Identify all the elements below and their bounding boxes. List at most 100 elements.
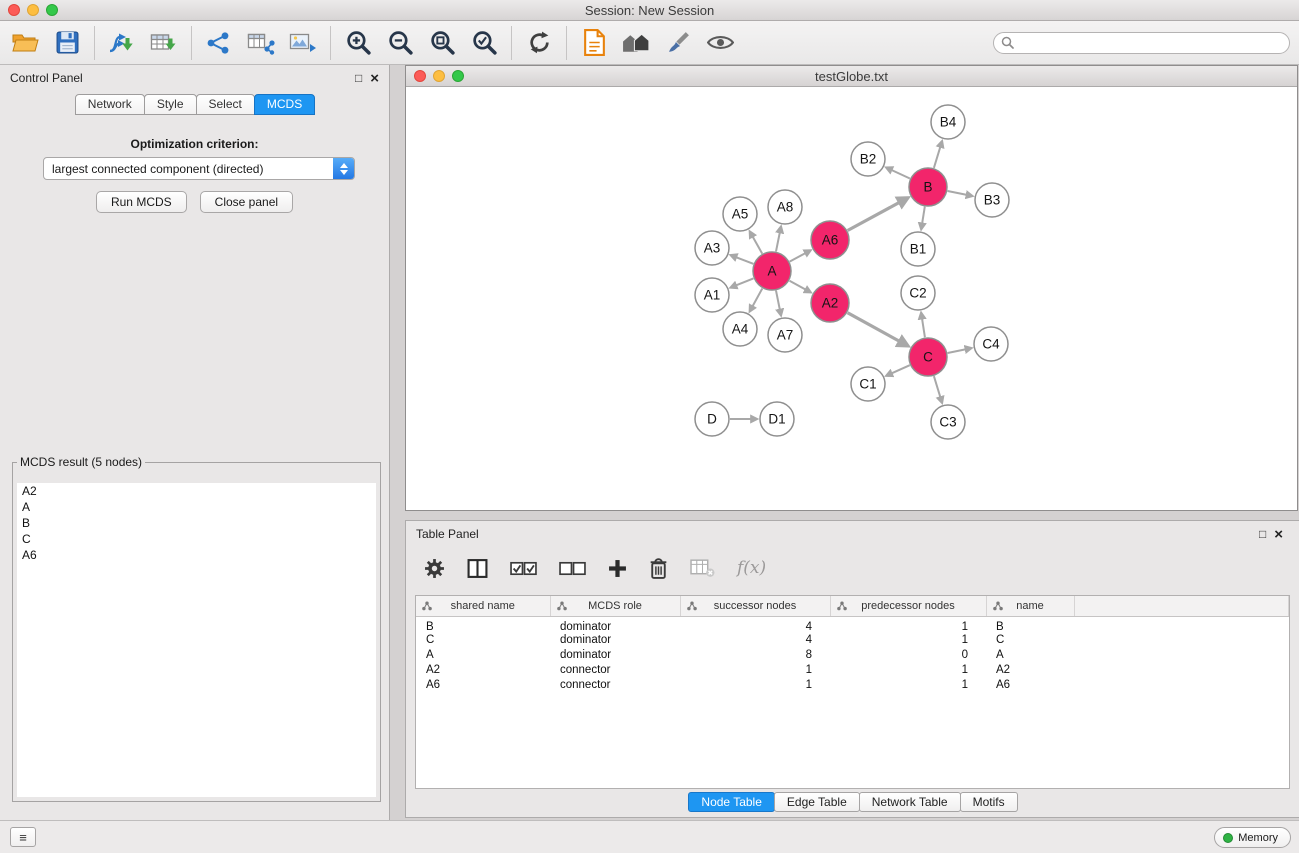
edge-B-B1[interactable] [922, 207, 925, 225]
edge-B-B3[interactable] [948, 191, 968, 195]
search-input[interactable] [1018, 34, 1289, 52]
node-A8[interactable]: A8 [768, 190, 802, 224]
node-D1[interactable]: D1 [760, 402, 794, 436]
close-window-button[interactable] [8, 4, 20, 16]
memory-button[interactable]: Memory [1214, 827, 1291, 848]
cell-predecessor-nodes[interactable]: 1 [830, 616, 986, 633]
node-A6[interactable]: A6 [811, 221, 849, 259]
node-A3[interactable]: A3 [695, 231, 729, 265]
show-details-button[interactable] [699, 24, 741, 62]
import-network-button[interactable] [101, 24, 143, 62]
cell-MCDS-role[interactable]: connector [550, 663, 680, 678]
network-from-table-button[interactable] [240, 24, 282, 62]
edge-C-C4[interactable] [948, 349, 967, 353]
node-A1[interactable]: A1 [695, 278, 729, 312]
node-A[interactable]: A [753, 252, 791, 290]
cell-predecessor-nodes[interactable]: 0 [830, 648, 986, 663]
float-panel-icon[interactable]: □ [355, 72, 362, 84]
mcds-result-item[interactable]: A [17, 499, 376, 515]
document-button[interactable] [573, 24, 615, 62]
column-header-successor-nodes[interactable]: successor nodes [680, 596, 830, 616]
cell-shared-name[interactable]: B [416, 616, 550, 633]
network-from-image-button[interactable] [282, 24, 324, 62]
node-A2[interactable]: A2 [811, 284, 849, 322]
zoom-in-button[interactable] [337, 24, 379, 62]
table-row[interactable]: Adominator80A [416, 648, 1289, 663]
mcds-result-item[interactable]: A2 [17, 483, 376, 499]
cell-name[interactable]: A6 [986, 678, 1074, 693]
column-header-name[interactable]: name [986, 596, 1074, 616]
node-B2[interactable]: B2 [851, 142, 885, 176]
edge-A-A7[interactable] [776, 291, 780, 311]
edge-A-A5[interactable] [752, 236, 762, 254]
close-network-window-button[interactable] [414, 70, 426, 82]
close-table-panel-icon[interactable]: × [1274, 527, 1283, 542]
edge-B-B2[interactable] [891, 170, 910, 179]
column-header-MCDS-role[interactable]: MCDS role [550, 596, 680, 616]
node-A5[interactable]: A5 [723, 197, 757, 231]
cell-name[interactable]: C [986, 633, 1074, 648]
close-panel-button[interactable]: Close panel [200, 191, 293, 213]
edge-A-A3[interactable] [735, 257, 753, 264]
zoom-fit-button[interactable] [421, 24, 463, 62]
import-table-button[interactable] [143, 24, 185, 62]
node-D[interactable]: D [695, 402, 729, 436]
cell-successor-nodes[interactable]: 4 [680, 616, 830, 633]
column-header-shared-name[interactable]: shared name [416, 596, 550, 616]
node-C2[interactable]: C2 [901, 276, 935, 310]
node-B4[interactable]: B4 [931, 105, 965, 139]
tab-network[interactable]: Network [75, 94, 145, 115]
cell-shared-name[interactable]: A [416, 648, 550, 663]
cell-predecessor-nodes[interactable]: 1 [830, 678, 986, 693]
tab-network-table[interactable]: Network Table [859, 792, 961, 812]
run-mcds-button[interactable]: Run MCDS [96, 191, 187, 213]
task-history-button[interactable]: ≡ [10, 827, 36, 847]
delete-column-button[interactable] [649, 553, 668, 583]
zoom-selected-button[interactable] [463, 24, 505, 62]
minimize-network-window-button[interactable] [433, 70, 445, 82]
edge-A-A1[interactable] [735, 278, 753, 285]
node-C3[interactable]: C3 [931, 405, 965, 439]
select-all-button[interactable] [510, 553, 537, 583]
edge-C-C3[interactable] [934, 376, 941, 398]
node-B[interactable]: B [909, 168, 947, 206]
edge-A-A8[interactable] [776, 232, 780, 252]
node-C4[interactable]: C4 [974, 327, 1008, 361]
zoom-out-button[interactable] [379, 24, 421, 62]
cell-shared-name[interactable]: C [416, 633, 550, 648]
edge-C-C2[interactable] [922, 318, 925, 338]
cell-name[interactable]: A2 [986, 663, 1074, 678]
cell-shared-name[interactable]: A2 [416, 663, 550, 678]
cell-name[interactable]: B [986, 616, 1074, 633]
tab-edge-table[interactable]: Edge Table [774, 792, 860, 812]
node-A7[interactable]: A7 [768, 318, 802, 352]
criterion-dropdown[interactable]: largest connected component (directed) [43, 157, 355, 180]
mcds-result-item[interactable]: C [17, 531, 376, 547]
table-row[interactable]: Cdominator41C [416, 633, 1289, 648]
add-column-button[interactable] [608, 553, 627, 583]
float-table-panel-icon[interactable]: □ [1259, 528, 1266, 540]
tab-select[interactable]: Select [196, 94, 255, 115]
close-panel-icon[interactable]: × [370, 71, 379, 86]
network-share-button[interactable] [198, 24, 240, 62]
edge-C-C1[interactable] [891, 365, 910, 374]
cell-predecessor-nodes[interactable]: 1 [830, 633, 986, 648]
mcds-result-item[interactable]: B [17, 515, 376, 531]
table-row[interactable]: A6connector11A6 [416, 678, 1289, 693]
cell-successor-nodes[interactable]: 1 [680, 663, 830, 678]
style-brush-button[interactable] [657, 24, 699, 62]
cell-successor-nodes[interactable]: 4 [680, 633, 830, 648]
cell-successor-nodes[interactable]: 1 [680, 678, 830, 693]
save-session-button[interactable] [46, 24, 88, 62]
tab-node-table[interactable]: Node Table [688, 792, 775, 812]
tab-style[interactable]: Style [144, 94, 197, 115]
node-C[interactable]: C [909, 338, 947, 376]
node-A4[interactable]: A4 [723, 312, 757, 346]
zoom-network-window-button[interactable] [452, 70, 464, 82]
tab-mcds[interactable]: MCDS [254, 94, 315, 115]
cell-MCDS-role[interactable]: dominator [550, 633, 680, 648]
delete-table-button[interactable] [690, 553, 715, 583]
mcds-result-item[interactable]: A6 [17, 547, 376, 563]
function-builder-button[interactable]: f(x) [737, 553, 766, 583]
table-settings-button[interactable] [424, 553, 445, 583]
